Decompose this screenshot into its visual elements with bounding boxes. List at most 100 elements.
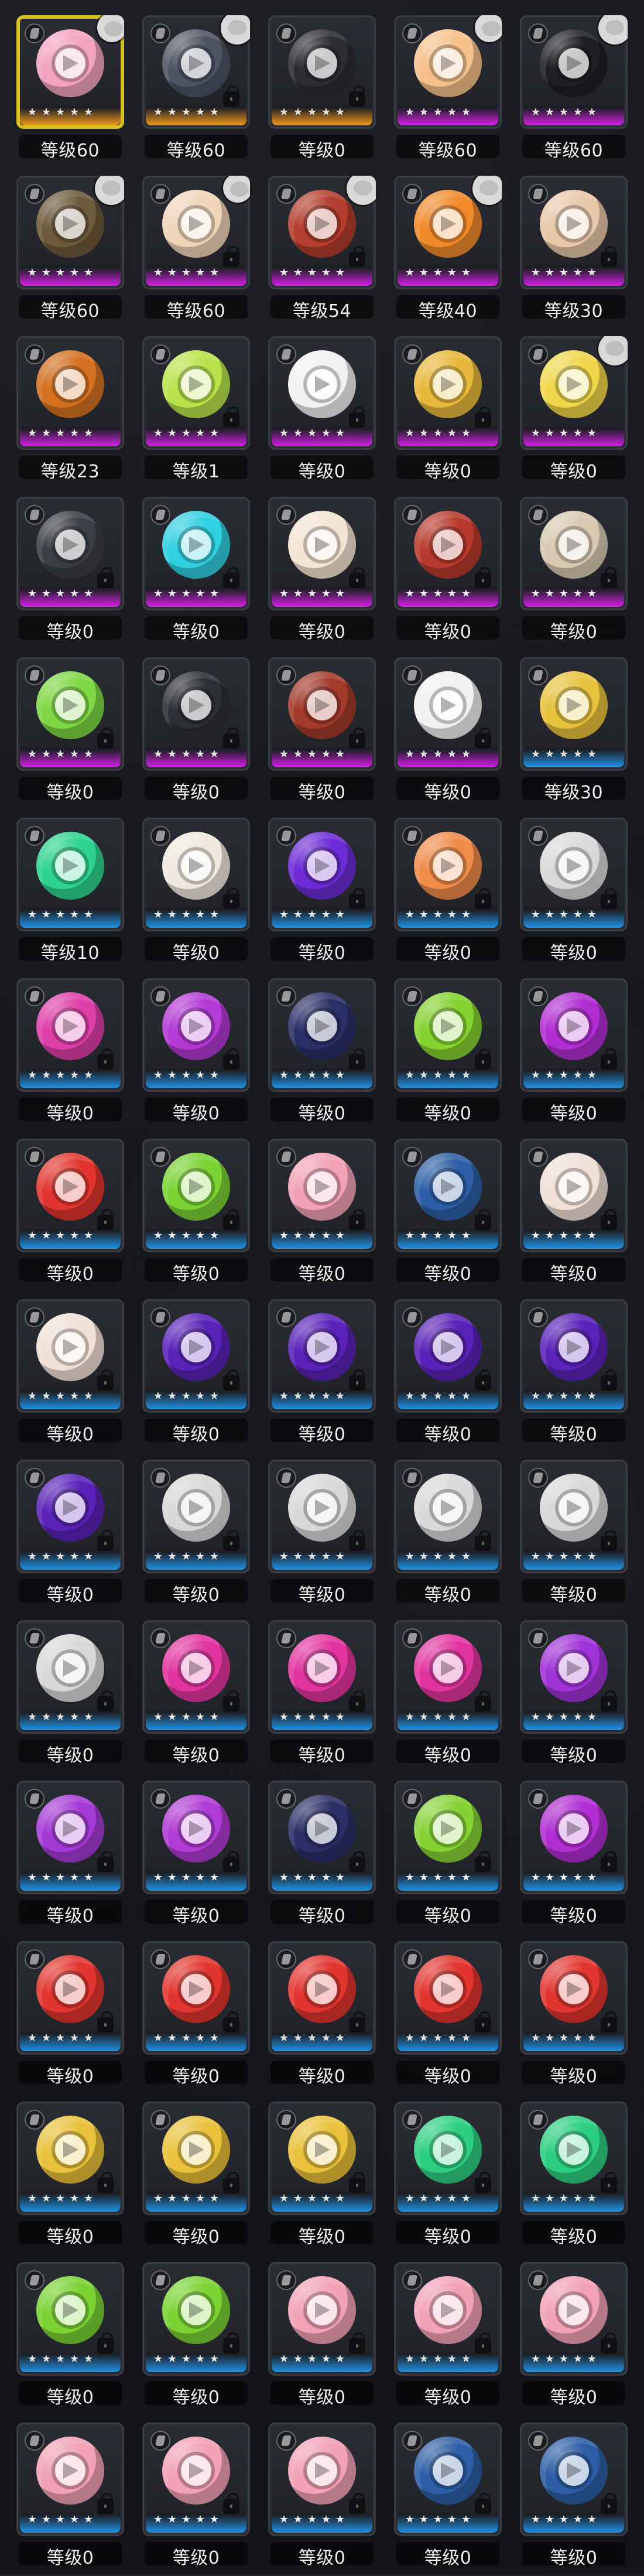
character-card[interactable]: ★ ★ ★ ★ ★ xyxy=(394,1941,502,2055)
character-slot[interactable]: ★ ★ ★ ★ ★ 等级60 xyxy=(138,171,255,329)
character-slot[interactable]: ★ ★ ★ ★ ★ 等级60 xyxy=(12,11,129,169)
character-card[interactable]: ★ ★ ★ ★ ★ xyxy=(142,1139,250,1252)
character-card[interactable]: ★ ★ ★ ★ ★ xyxy=(142,497,250,610)
character-card[interactable]: ★ ★ ★ ★ ★ xyxy=(142,336,250,450)
character-slot[interactable]: ★ ★ ★ ★ ★ 等级0 xyxy=(138,1455,255,1613)
character-slot[interactable]: ★ ★ ★ ★ ★ 等级0 xyxy=(12,1615,129,1774)
character-card[interactable]: ★ ★ ★ ★ ★ xyxy=(268,336,376,450)
character-card[interactable]: ★ ★ ★ ★ ★ xyxy=(142,176,250,289)
character-slot[interactable]: ★ ★ ★ ★ ★ 等级0 xyxy=(263,813,381,971)
character-slot[interactable]: ★ ★ ★ ★ ★ 等级0 xyxy=(12,492,129,650)
character-slot[interactable]: ★ ★ ★ ★ ★ 等级0 xyxy=(389,2097,506,2255)
character-card[interactable]: ★ ★ ★ ★ ★ xyxy=(16,657,124,771)
character-card[interactable]: ★ ★ ★ ★ ★ xyxy=(520,1139,628,1252)
character-card[interactable]: ★ ★ ★ ★ ★ xyxy=(520,336,628,450)
character-slot[interactable]: ★ ★ ★ ★ ★ 等级0 xyxy=(515,332,632,490)
character-slot[interactable]: ★ ★ ★ ★ ★ 等级0 xyxy=(263,1455,381,1613)
character-card[interactable]: ★ ★ ★ ★ ★ xyxy=(520,818,628,931)
character-slot[interactable]: ★ ★ ★ ★ ★ 等级0 xyxy=(263,1134,381,1292)
character-card[interactable]: ★ ★ ★ ★ ★ xyxy=(520,15,628,129)
character-slot[interactable]: ★ ★ ★ ★ ★ 等级0 xyxy=(389,1134,506,1292)
character-card[interactable]: ★ ★ ★ ★ ★ xyxy=(268,2262,376,2376)
character-slot[interactable]: ★ ★ ★ ★ ★ 等级60 xyxy=(515,11,632,169)
character-card[interactable]: ★ ★ ★ ★ ★ xyxy=(520,176,628,289)
character-slot[interactable]: ★ ★ ★ ★ ★ 等级60 xyxy=(389,11,506,169)
character-slot[interactable]: ★ ★ ★ ★ ★ 等级0 xyxy=(263,1936,381,2095)
character-card[interactable]: ★ ★ ★ ★ ★ xyxy=(520,978,628,1092)
character-slot[interactable]: ★ ★ ★ ★ ★ 等级0 xyxy=(389,2418,506,2576)
character-slot[interactable]: ★ ★ ★ ★ ★ 等级0 xyxy=(12,1294,129,1453)
character-card[interactable]: ★ ★ ★ ★ ★ xyxy=(142,2102,250,2215)
character-slot[interactable]: ★ ★ ★ ★ ★ 等级0 xyxy=(515,1294,632,1453)
character-card[interactable]: ★ ★ ★ ★ ★ xyxy=(520,1781,628,1894)
character-slot[interactable]: ★ ★ ★ ★ ★ 等级0 xyxy=(138,652,255,811)
character-slot[interactable]: ★ ★ ★ ★ ★ 等级0 xyxy=(12,973,129,1132)
character-card[interactable]: ★ ★ ★ ★ ★ xyxy=(394,978,502,1092)
character-slot[interactable]: ★ ★ ★ ★ ★ 等级0 xyxy=(515,2097,632,2255)
character-slot[interactable]: ★ ★ ★ ★ ★ 等级0 xyxy=(12,1776,129,1934)
character-slot[interactable]: ★ ★ ★ ★ ★ 等级0 xyxy=(138,1294,255,1453)
character-card[interactable]: ★ ★ ★ ★ ★ xyxy=(394,2262,502,2376)
character-card[interactable]: ★ ★ ★ ★ ★ xyxy=(16,1620,124,1734)
character-card[interactable]: ★ ★ ★ ★ ★ xyxy=(520,2102,628,2215)
character-slot[interactable]: ★ ★ ★ ★ ★ 等级0 xyxy=(389,1776,506,1934)
character-slot[interactable]: ★ ★ ★ ★ ★ 等级0 xyxy=(263,2097,381,2255)
character-slot[interactable]: ★ ★ ★ ★ ★ 等级0 xyxy=(515,1134,632,1292)
character-slot[interactable]: ★ ★ ★ ★ ★ 等级0 xyxy=(12,1936,129,2095)
character-card[interactable]: ★ ★ ★ ★ ★ xyxy=(16,1781,124,1894)
character-slot[interactable]: ★ ★ ★ ★ ★ 等级0 xyxy=(389,1455,506,1613)
character-card[interactable]: ★ ★ ★ ★ ★ xyxy=(16,1299,124,1413)
character-card[interactable]: ★ ★ ★ ★ ★ xyxy=(16,15,124,129)
character-slot[interactable]: ★ ★ ★ ★ ★ 等级0 xyxy=(389,332,506,490)
character-slot[interactable]: ★ ★ ★ ★ ★ 等级0 xyxy=(12,1455,129,1613)
character-slot[interactable]: ★ ★ ★ ★ ★ 等级0 xyxy=(389,973,506,1132)
character-slot[interactable]: ★ ★ ★ ★ ★ 等级0 xyxy=(389,813,506,971)
character-card[interactable]: ★ ★ ★ ★ ★ xyxy=(268,978,376,1092)
character-card[interactable]: ★ ★ ★ ★ ★ xyxy=(394,497,502,610)
character-slot[interactable]: ★ ★ ★ ★ ★ 等级0 xyxy=(515,1776,632,1934)
character-slot[interactable]: ★ ★ ★ ★ ★ 等级0 xyxy=(138,1936,255,2095)
character-card[interactable]: ★ ★ ★ ★ ★ xyxy=(520,1299,628,1413)
character-card[interactable]: ★ ★ ★ ★ ★ xyxy=(268,1139,376,1252)
character-card[interactable]: ★ ★ ★ ★ ★ xyxy=(142,15,250,129)
character-slot[interactable]: ★ ★ ★ ★ ★ 等级0 xyxy=(263,1294,381,1453)
character-card[interactable]: ★ ★ ★ ★ ★ xyxy=(268,2102,376,2215)
character-slot[interactable]: ★ ★ ★ ★ ★ 等级0 xyxy=(515,813,632,971)
character-slot[interactable]: ★ ★ ★ ★ ★ 等级0 xyxy=(12,2097,129,2255)
character-card[interactable]: ★ ★ ★ ★ ★ xyxy=(394,15,502,129)
character-card[interactable]: ★ ★ ★ ★ ★ xyxy=(16,1139,124,1252)
character-card[interactable]: ★ ★ ★ ★ ★ xyxy=(142,2423,250,2536)
character-card[interactable]: ★ ★ ★ ★ ★ xyxy=(394,1781,502,1894)
character-card[interactable]: ★ ★ ★ ★ ★ xyxy=(394,657,502,771)
character-card[interactable]: ★ ★ ★ ★ ★ xyxy=(394,1460,502,1573)
character-slot[interactable]: ★ ★ ★ ★ ★ 等级0 xyxy=(263,492,381,650)
character-card[interactable]: ★ ★ ★ ★ ★ xyxy=(394,1620,502,1734)
character-slot[interactable]: ★ ★ ★ ★ ★ 等级0 xyxy=(138,973,255,1132)
character-slot[interactable]: ★ ★ ★ ★ ★ 等级60 xyxy=(12,171,129,329)
character-card[interactable]: ★ ★ ★ ★ ★ xyxy=(16,2423,124,2536)
character-card[interactable]: ★ ★ ★ ★ ★ xyxy=(16,978,124,1092)
character-slot[interactable]: ★ ★ ★ ★ ★ 等级0 xyxy=(389,2257,506,2416)
character-slot[interactable]: ★ ★ ★ ★ ★ 等级30 xyxy=(515,171,632,329)
character-card[interactable]: ★ ★ ★ ★ ★ xyxy=(394,818,502,931)
character-slot[interactable]: ★ ★ ★ ★ ★ 等级0 xyxy=(515,1936,632,2095)
character-card[interactable]: ★ ★ ★ ★ ★ xyxy=(520,2423,628,2536)
character-card[interactable]: ★ ★ ★ ★ ★ xyxy=(520,2262,628,2376)
character-slot[interactable]: ★ ★ ★ ★ ★ 等级0 xyxy=(263,973,381,1132)
character-slot[interactable]: ★ ★ ★ ★ ★ 等级0 xyxy=(515,2257,632,2416)
character-card[interactable]: ★ ★ ★ ★ ★ xyxy=(142,818,250,931)
character-card[interactable]: ★ ★ ★ ★ ★ xyxy=(520,1620,628,1734)
character-slot[interactable]: ★ ★ ★ ★ ★ 等级0 xyxy=(138,1776,255,1934)
character-slot[interactable]: ★ ★ ★ ★ ★ 等级0 xyxy=(389,1936,506,2095)
character-slot[interactable]: ★ ★ ★ ★ ★ 等级0 xyxy=(515,1455,632,1613)
character-card[interactable]: ★ ★ ★ ★ ★ xyxy=(520,497,628,610)
character-card[interactable]: ★ ★ ★ ★ ★ xyxy=(142,1620,250,1734)
character-card[interactable]: ★ ★ ★ ★ ★ xyxy=(268,1299,376,1413)
character-card[interactable]: ★ ★ ★ ★ ★ xyxy=(268,818,376,931)
character-card[interactable]: ★ ★ ★ ★ ★ xyxy=(142,657,250,771)
character-card[interactable]: ★ ★ ★ ★ ★ xyxy=(520,1941,628,2055)
character-card[interactable]: ★ ★ ★ ★ ★ xyxy=(142,1781,250,1894)
character-slot[interactable]: ★ ★ ★ ★ ★ 等级54 xyxy=(263,171,381,329)
character-slot[interactable]: ★ ★ ★ ★ ★ 等级0 xyxy=(263,1776,381,1934)
character-slot[interactable]: ★ ★ ★ ★ ★ 等级0 xyxy=(263,2418,381,2576)
